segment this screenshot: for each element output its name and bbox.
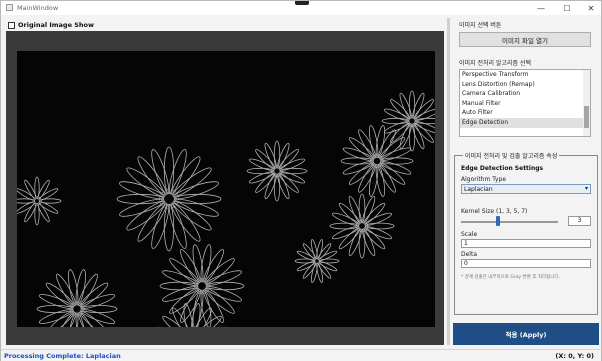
maximize-button[interactable]: ☐	[555, 1, 579, 15]
petal-outline	[380, 157, 414, 165]
algorithm-list[interactable]: Perspective Transform Lens Distortion (R…	[459, 69, 591, 137]
petal-outline	[173, 193, 222, 205]
list-item[interactable]: Lens Distortion (Remap)	[460, 80, 590, 90]
petal-outline	[408, 123, 416, 152]
title-bar[interactable]: MainWindow — ☐ ✕	[1, 1, 601, 15]
apply-button[interactable]: 적용 (Apply)	[453, 323, 599, 345]
list-scrollbar[interactable]	[583, 70, 590, 136]
list-item-selected[interactable]: Edge Detection	[460, 117, 590, 128]
flower-center-outline	[271, 165, 283, 177]
list-item[interactable]: Auto Filter	[460, 108, 590, 118]
list-scrollbar-thumb[interactable]	[584, 106, 589, 128]
delta-label: Delta	[461, 251, 478, 258]
scale-label: Scale	[461, 231, 478, 238]
cursor-coordinates: (X: 0, Y: 0)	[555, 352, 594, 360]
petal-outline	[116, 193, 165, 205]
petal-outline	[205, 281, 245, 291]
petal-outline	[163, 146, 175, 195]
petal-outline	[408, 90, 416, 119]
kernel-size-label: Kernel Size (1, 3, 5, 7)	[461, 208, 528, 215]
petal-outline	[364, 222, 395, 230]
settings-heading: Edge Detection Settings	[461, 165, 544, 172]
petal-outline	[163, 203, 175, 252]
original-image-checkbox-label[interactable]: Original Image Show	[18, 21, 94, 29]
petal-outline	[155, 326, 189, 327]
petal-outline	[358, 228, 366, 259]
image-viewer	[6, 31, 444, 345]
minimize-icon: —	[537, 3, 545, 13]
petal-outline	[159, 281, 199, 291]
close-icon: ✕	[587, 3, 595, 13]
petal-outline	[80, 309, 116, 324]
minimize-button[interactable]: —	[529, 1, 553, 15]
original-image-checkbox-row[interactable]: Original Image Show	[8, 20, 94, 30]
edge-detected-flowers-image	[17, 90, 435, 327]
petal-outline	[340, 157, 374, 165]
original-image-checkbox[interactable]	[8, 21, 15, 29]
panel-splitter[interactable]	[447, 18, 450, 345]
flower-center-outline	[159, 189, 179, 209]
image-panel: Original Image Show	[5, 18, 446, 345]
algorithm-type-label: Algorithm Type	[461, 176, 507, 183]
petal-outline	[414, 117, 435, 125]
snap-handle[interactable]	[295, 1, 309, 5]
flower-center-outline	[355, 219, 369, 233]
delta-input[interactable]: 0	[461, 259, 591, 268]
flower-center-outline	[406, 115, 418, 127]
petal-outline	[56, 312, 76, 327]
status-message: Processing Complete: Laplacian	[4, 352, 121, 360]
status-bar: Processing Complete: Laplacian (X: 0, Y:…	[1, 349, 601, 361]
petal-outline	[38, 309, 74, 324]
maximize-icon: ☐	[563, 3, 571, 13]
close-button[interactable]: ✕	[579, 1, 602, 15]
kernel-size-input[interactable]: 3	[568, 216, 591, 226]
app-icon	[6, 4, 13, 11]
petal-outline	[190, 303, 201, 327]
petal-outline	[246, 167, 275, 175]
petal-outline	[80, 294, 116, 309]
algorithm-type-value: Laplacian	[464, 186, 493, 193]
kernel-size-slider[interactable]	[461, 221, 558, 223]
petal-outline	[17, 198, 35, 204]
petal-outline	[273, 140, 281, 169]
petal-outline	[358, 193, 366, 224]
chevron-down-icon: ▾	[584, 185, 588, 192]
petal-outline	[36, 305, 74, 314]
petal-outline	[294, 258, 316, 264]
list-item[interactable]: Perspective Transform	[460, 70, 590, 80]
petal-outline	[38, 294, 74, 309]
main-window: MainWindow — ☐ ✕ Original Image Show 이미지…	[0, 0, 602, 361]
list-item[interactable]: Camera Calibration	[460, 89, 590, 99]
petal-outline	[318, 258, 340, 264]
control-panel: 이미지 선택 버튼 이미지 파일 열기 이미지 전처리 알고리즘 선택 Pers…	[453, 18, 599, 345]
petal-outline	[329, 222, 360, 230]
petal-outline	[363, 202, 386, 225]
petal-outline	[338, 227, 361, 250]
window-title: MainWindow	[17, 4, 59, 12]
algorithm-type-dropdown[interactable]: Laplacian ▾	[461, 184, 591, 194]
petal-outline	[279, 167, 308, 175]
file-section-caption: 이미지 선택 버튼	[459, 22, 502, 29]
properties-group-title: 이미지 전처리 및 검출 알고리즘 속성	[463, 151, 560, 160]
petal-outline	[80, 304, 118, 313]
petal-outline	[273, 173, 281, 202]
algo-section-caption: 이미지 전처리 알고리즘 선택	[459, 60, 531, 67]
scale-input[interactable]: 1	[461, 239, 591, 248]
petal-outline	[381, 117, 410, 125]
properties-group: 이미지 전처리 및 검출 알고리즘 속성 Edge Detection Sett…	[454, 151, 598, 315]
open-image-button[interactable]: 이미지 파일 열기	[459, 32, 591, 47]
petal-outline	[78, 312, 98, 327]
kernel-size-slider-thumb[interactable]	[496, 216, 500, 226]
grayscale-note: * 경계 검출은 내부적으로 Gray 변환 후 처리됩니다.	[461, 275, 560, 280]
processed-image	[17, 51, 435, 327]
petal-outline	[195, 326, 229, 327]
list-item[interactable]: Manual Filter	[460, 99, 590, 109]
